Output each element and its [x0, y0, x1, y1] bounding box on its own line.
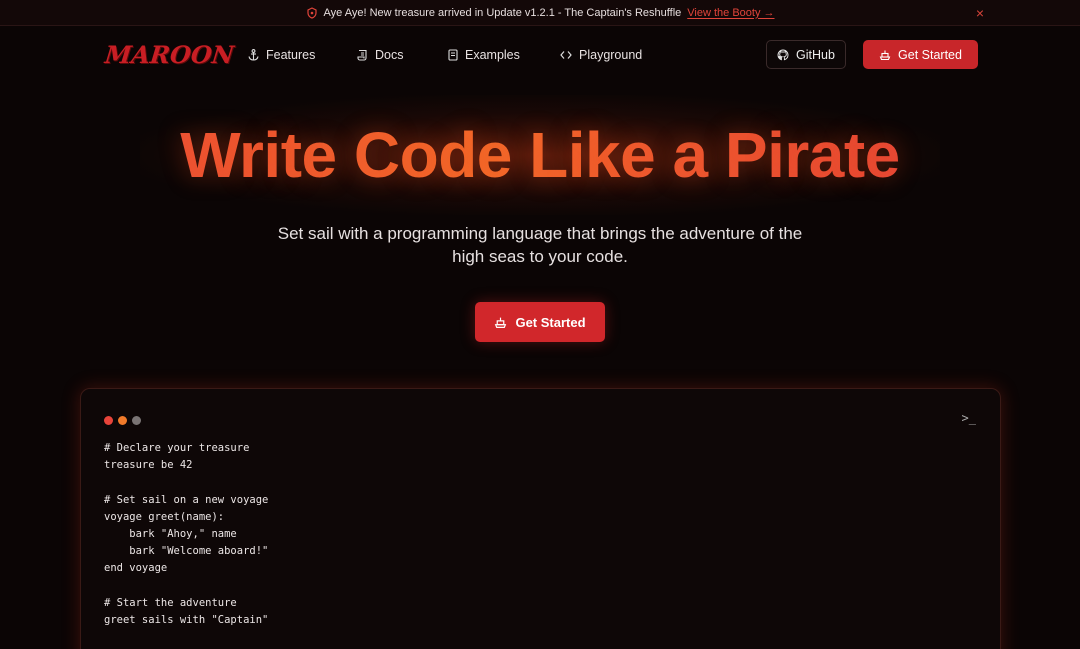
- nav-item-docs[interactable]: Docs: [357, 48, 403, 62]
- orange-dot: [118, 416, 127, 425]
- badge-icon: [306, 6, 318, 19]
- code-window: >_ # Declare your treasure treasure be 42…: [80, 388, 1001, 649]
- red-dot: [104, 416, 113, 425]
- nav-item-features[interactable]: Features: [248, 48, 315, 62]
- close-announcement-icon[interactable]: ×: [976, 5, 984, 21]
- code-block: # Declare your treasure treasure be 42 # …: [104, 440, 268, 629]
- code-line: # Start the adventure: [104, 596, 237, 609]
- hero-cta-label: Get Started: [515, 314, 586, 330]
- nav-label: Playground: [579, 48, 643, 62]
- announcement-text: Aye Aye! New treasure arrived in Update …: [323, 6, 682, 19]
- code-line: end voyage: [104, 562, 168, 575]
- nav-label: Features: [266, 48, 316, 62]
- gray-dot: [132, 416, 141, 425]
- window-dots: [104, 416, 146, 425]
- scroll-icon: [357, 49, 367, 61]
- maroon-logo[interactable]: MAROON: [103, 40, 235, 69]
- view-booty-link[interactable]: View the Booty →: [687, 7, 774, 19]
- document-icon: [448, 49, 458, 61]
- code-icon: [560, 51, 572, 59]
- anchor-icon: [248, 49, 259, 61]
- code-line: # Set sail on a new voyage: [104, 493, 269, 506]
- hero-subtitle: Set sail with a programming language tha…: [277, 224, 803, 266]
- get-started-nav-button[interactable]: Get Started: [863, 40, 978, 69]
- code-line: bark "Welcome aboard!": [104, 545, 269, 558]
- terminal-icon[interactable]: >_: [962, 411, 976, 425]
- github-button[interactable]: GitHub: [766, 40, 846, 69]
- code-line: treasure be 42: [104, 459, 193, 472]
- nav-label: Docs: [375, 48, 404, 62]
- code-line: # Declare your treasure: [104, 442, 250, 454]
- code-line: bark "Ahoy," name: [104, 528, 237, 541]
- announcement-bar: Aye Aye! New treasure arrived in Update …: [0, 0, 1080, 26]
- nav-label: Examples: [465, 48, 520, 62]
- code-line: voyage greet(name):: [104, 510, 225, 523]
- nav-item-playground[interactable]: Playground: [560, 48, 642, 62]
- logo-text: MAROON: [103, 40, 236, 69]
- ship-icon: [879, 50, 891, 60]
- get-started-hero-button[interactable]: Get Started: [475, 302, 605, 342]
- code-line: greet sails with "Captain": [104, 614, 269, 627]
- get-started-label: Get Started: [898, 47, 962, 62]
- hero-title: Write Code Like a Pirate: [0, 118, 1080, 192]
- github-label: GitHub: [796, 47, 835, 62]
- nav-item-examples[interactable]: Examples: [448, 48, 520, 62]
- github-icon: [777, 49, 789, 60]
- ship-icon: [495, 317, 507, 328]
